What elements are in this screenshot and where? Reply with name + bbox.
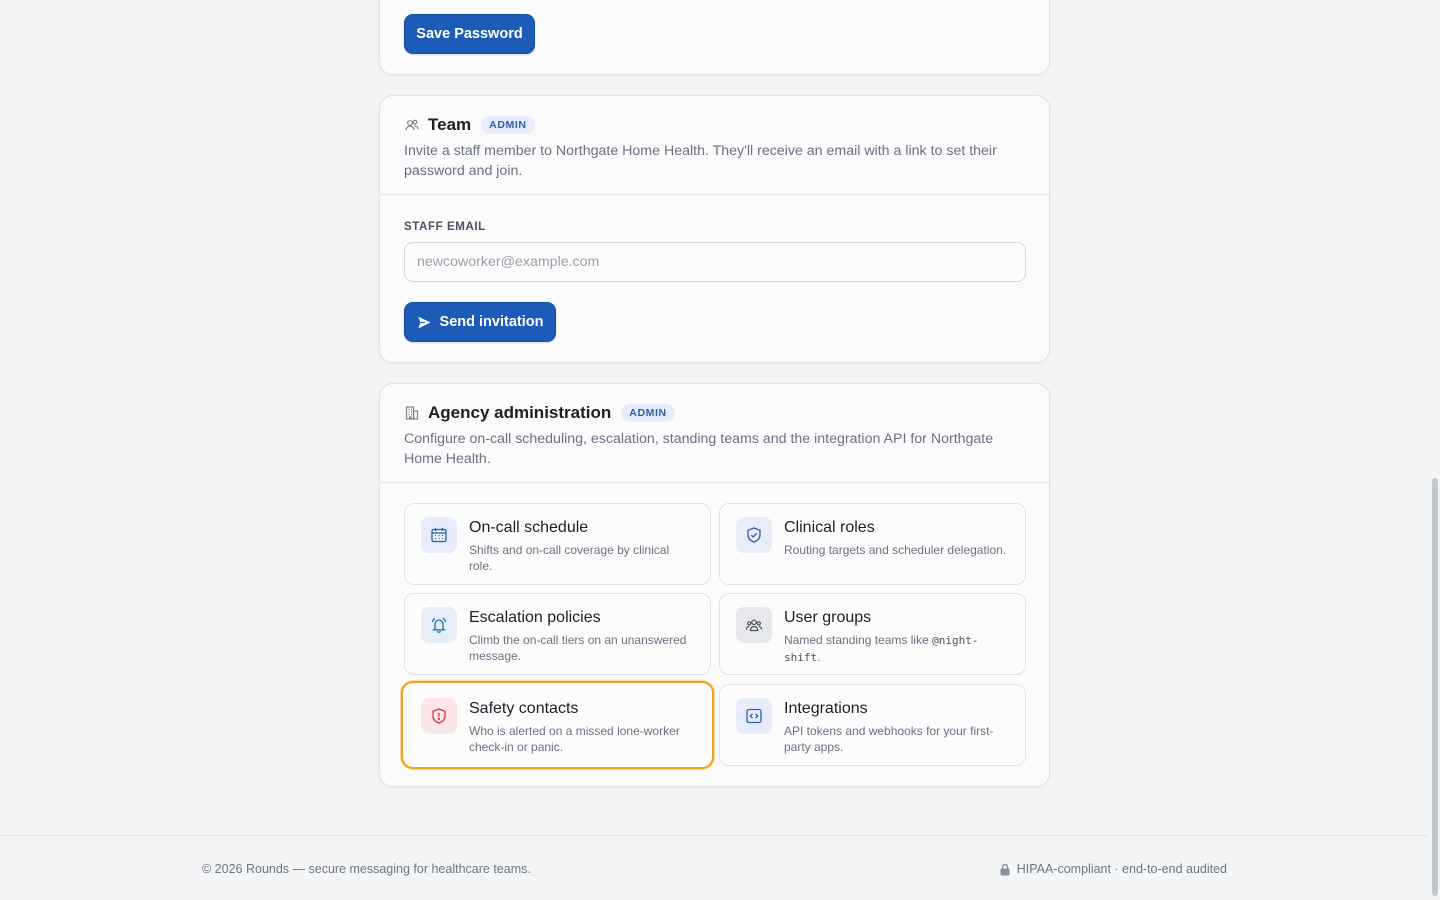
agency-admin-card: Agency administration ADMIN Configure on… <box>379 383 1050 787</box>
agency-card-header: Agency administration ADMIN Configure on… <box>404 401 1025 469</box>
shield-alert-icon <box>421 698 457 734</box>
tile-integrations[interactable]: Integrations API tokens and webhooks for… <box>719 684 1026 766</box>
team-card-header: Team ADMIN Invite a staff member to Nort… <box>404 113 1025 181</box>
staff-email-input[interactable] <box>404 242 1026 282</box>
agency-description: Configure on-call scheduling, escalation… <box>404 431 994 467</box>
footer-copyright: © 2026 Rounds — secure messaging for hea… <box>202 862 531 876</box>
tile-title: Clinical roles <box>784 519 875 536</box>
bell-icon <box>421 607 457 643</box>
calendar-icon <box>421 517 457 553</box>
tile-description: Shifts and on-call coverage by clinical … <box>469 543 670 573</box>
agency-title: Agency administration <box>428 403 612 422</box>
compliance-text: HIPAA-compliant · end-to-end audited <box>1016 862 1227 876</box>
tile-safety-contacts[interactable]: Safety contacts Who is alerted on a miss… <box>401 681 714 769</box>
tile-title: On-call schedule <box>469 519 589 536</box>
tile-title: Integrations <box>784 700 868 717</box>
site-footer: © 2026 Rounds — secure messaging for hea… <box>0 835 1428 900</box>
admin-badge: ADMIN <box>621 404 675 422</box>
shield-check-icon <box>736 517 772 553</box>
code-icon <box>736 698 772 734</box>
lock-icon <box>999 863 1011 876</box>
building-icon <box>404 405 420 421</box>
staff-email-label: STAFF EMAIL <box>404 221 486 233</box>
tile-clinical-roles[interactable]: Clinical roles Routing targets and sched… <box>719 503 1026 585</box>
divider <box>380 194 1049 195</box>
page-scrollbar[interactable] <box>1428 0 1440 900</box>
tile-description: Climb the on-call tiers on an unanswered… <box>469 633 687 663</box>
team-card: Team ADMIN Invite a staff member to Nort… <box>379 95 1050 363</box>
tile-user-groups[interactable]: User groups Named standing teams like @n… <box>719 593 1026 675</box>
team-title: Team <box>428 115 472 134</box>
send-invitation-label: Send invitation <box>439 314 544 330</box>
tile-description: Who is alerted on a missed lone-worker c… <box>469 724 680 754</box>
tile-escalation-policies[interactable]: Escalation policies Climb the on-call ti… <box>404 593 711 675</box>
tile-description-text: Named standing teams like <box>784 633 933 647</box>
admin-badge: ADMIN <box>481 116 535 134</box>
tile-description: API tokens and webhooks for your first-p… <box>784 724 994 754</box>
team-description: Invite a staff member to Northgate Home … <box>404 143 997 179</box>
tile-on-call-schedule[interactable]: On-call schedule Shifts and on-call cove… <box>404 503 711 585</box>
settings-page: Save Password Team ADMIN Invite a staff … <box>0 0 1428 900</box>
send-icon <box>417 315 432 330</box>
tile-description: Named standing teams like @night-shift. <box>784 632 1009 666</box>
tile-description-suffix: . <box>817 650 821 664</box>
tile-title: Safety contacts <box>469 700 579 717</box>
save-password-button[interactable]: Save Password <box>404 14 535 54</box>
footer-compliance: HIPAA-compliant · end-to-end audited <box>999 862 1227 876</box>
divider <box>380 482 1049 483</box>
team-icon <box>404 117 420 133</box>
scrollbar-thumb[interactable] <box>1432 478 1438 896</box>
tile-title: Escalation policies <box>469 609 601 626</box>
tile-description: Routing targets and scheduler delegation… <box>784 543 1007 557</box>
send-invitation-button[interactable]: Send invitation <box>404 302 556 342</box>
password-card: Save Password <box>379 0 1050 75</box>
tile-title: User groups <box>784 609 872 626</box>
users-icon <box>736 607 772 643</box>
